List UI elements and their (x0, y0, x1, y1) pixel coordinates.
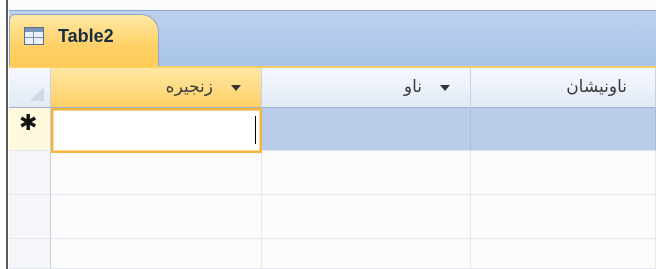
column-header-naw[interactable]: ناو (262, 68, 471, 108)
document-tab-label: Table2 (58, 26, 114, 46)
new-record-cell-naw[interactable] (262, 108, 471, 151)
empty-cell (471, 195, 656, 239)
datasheet-grid: زنجیره ناو ناونیشان ✱ (9, 68, 656, 269)
new-record-cell-nawnishan[interactable] (471, 108, 656, 151)
datasheet-window: Table2 زنجیره ناو ناونیشان ✱ (0, 0, 656, 269)
new-record-cell-zincira[interactable] (51, 108, 262, 153)
row-selector[interactable] (9, 151, 51, 195)
column-header-label: ناو (403, 77, 422, 97)
column-header-label: زنجیره (165, 77, 213, 97)
empty-cell (471, 239, 656, 269)
window-border (0, 0, 9, 269)
column-header-label: ناونیشان (566, 77, 627, 97)
text-caret (255, 116, 256, 144)
empty-cell (51, 195, 262, 239)
empty-cell (471, 151, 656, 195)
empty-cell (51, 239, 262, 269)
column-header-nawnishan[interactable]: ناونیشان (471, 68, 656, 108)
new-record-icon: ✱ (19, 111, 38, 136)
document-tab-table2[interactable]: Table2 (9, 14, 159, 66)
row-selector[interactable] (9, 195, 51, 239)
empty-cell (262, 195, 471, 239)
empty-cell (262, 239, 471, 269)
empty-cell (51, 153, 262, 195)
select-all-corner[interactable] (9, 68, 51, 108)
empty-cell (262, 151, 471, 195)
new-record-selector[interactable]: ✱ (9, 108, 51, 151)
column-header-zincira[interactable]: زنجیره (51, 68, 262, 108)
dropdown-arrow-icon[interactable] (231, 85, 241, 91)
row-selector[interactable] (9, 239, 51, 269)
table-icon (24, 27, 44, 45)
dropdown-arrow-icon[interactable] (440, 85, 450, 91)
